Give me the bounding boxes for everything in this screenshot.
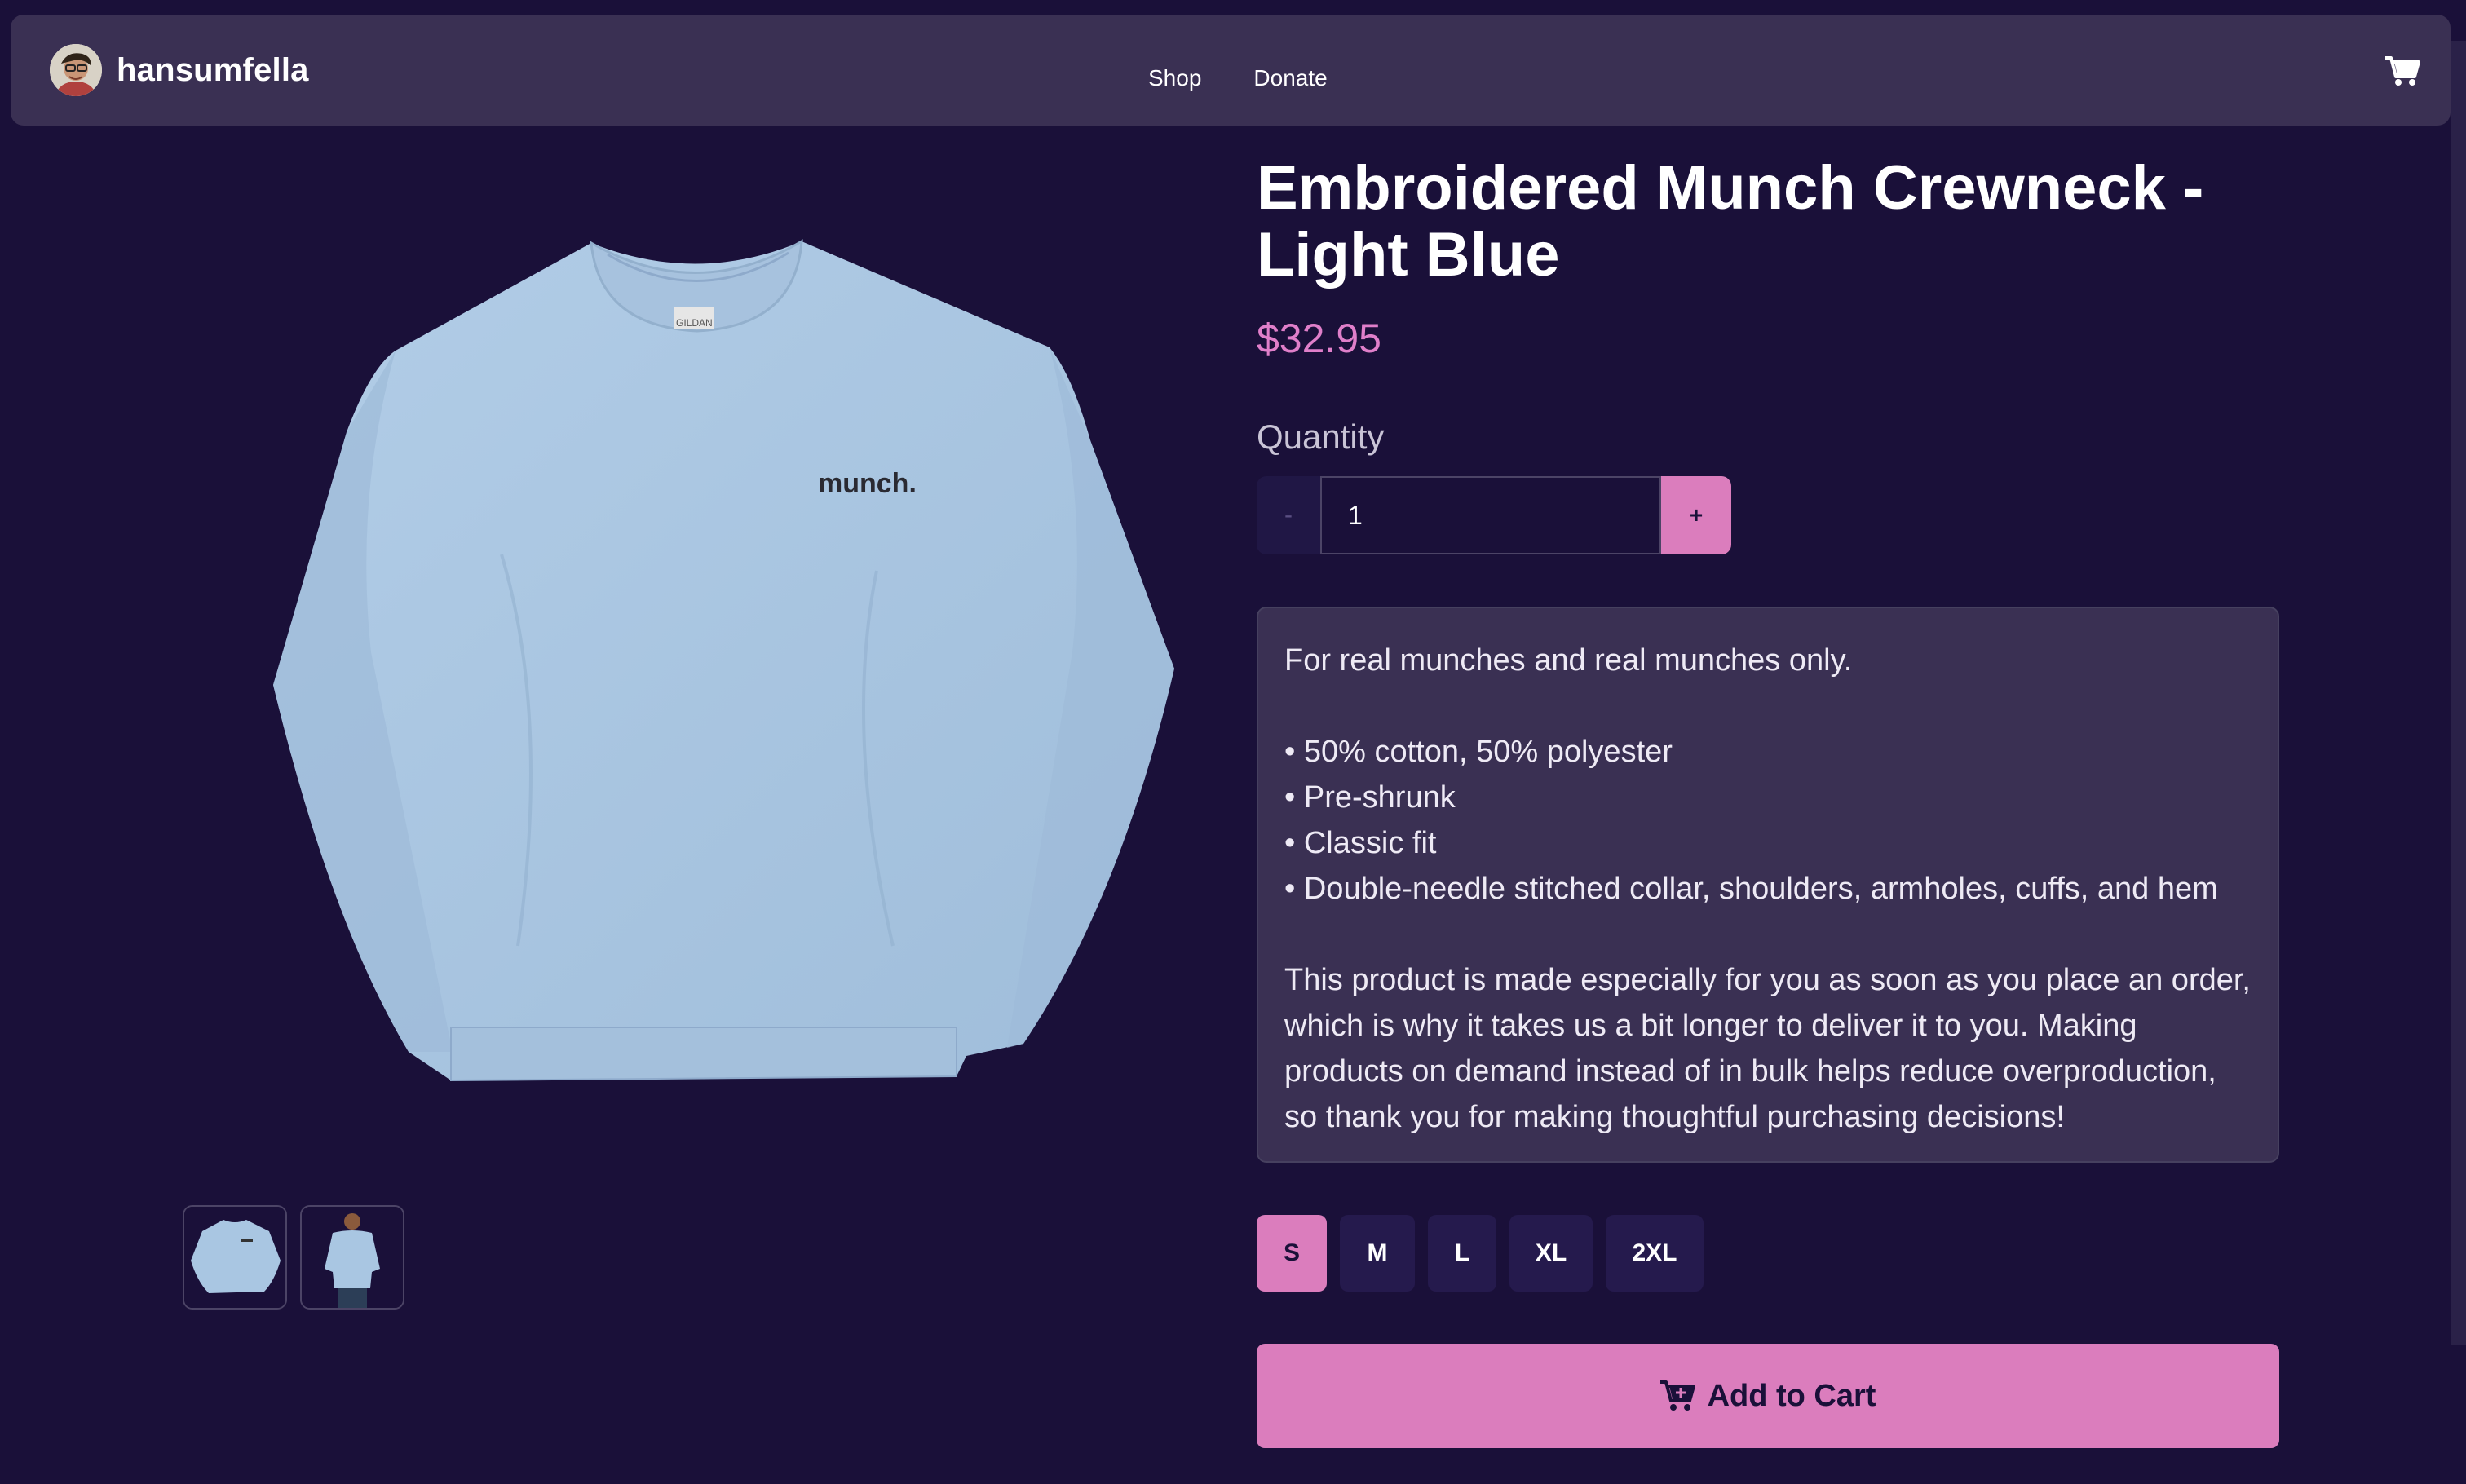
description-line: For real munches and real munches only. [1284, 643, 1853, 678]
top-navbar: hansumfella Shop Donate [11, 15, 2451, 126]
quantity-input[interactable]: 1 [1320, 476, 1661, 554]
thumbnail-sweater-front[interactable] [183, 1205, 287, 1310]
size-option-xl[interactable]: XL [1509, 1215, 1593, 1292]
thumbnail-list [183, 1205, 404, 1310]
quantity-stepper: - 1 + [1257, 476, 1731, 554]
add-to-cart-button[interactable]: Add to Cart [1257, 1344, 2279, 1448]
neck-tag-text: GILDAN [676, 317, 713, 329]
description-line: • Pre-shrunk [1284, 780, 1456, 815]
description-line [1284, 912, 2252, 957]
description-line [1284, 683, 2252, 729]
thumbnail-model-wearing-sweater[interactable] [300, 1205, 404, 1310]
size-selector: S M L XL 2XL [1257, 1215, 1704, 1292]
product-title: Embroidered Munch Crewneck - Light Blue [1257, 153, 2204, 289]
quantity-increment-button[interactable]: + [1661, 476, 1731, 554]
size-option-2xl[interactable]: 2XL [1606, 1215, 1704, 1292]
size-option-s[interactable]: S [1257, 1215, 1327, 1292]
cart-plus-icon [1659, 1380, 1695, 1412]
avatar [50, 44, 102, 96]
shopping-cart-icon[interactable] [2385, 55, 2420, 86]
nav-link-shop[interactable]: Shop [1148, 65, 1201, 91]
description-line: • Classic fit [1284, 826, 1437, 860]
description-line: • Double-needle stitched collar, shoulde… [1284, 872, 2218, 906]
nav-links: Shop Donate [1148, 65, 1328, 91]
product-price: $32.95 [1257, 316, 1381, 361]
size-option-m[interactable]: M [1340, 1215, 1415, 1292]
product-main-image: GILDAN munch. [208, 228, 1187, 1093]
brand-name: hansumfella [117, 51, 309, 88]
page: hansumfella Shop Donate GILDAN munch. Em… [0, 0, 2466, 1484]
brand-link[interactable]: hansumfella [50, 42, 309, 98]
product-description: For real munches and real munches only. … [1257, 607, 2279, 1163]
nav-link-donate[interactable]: Donate [1253, 65, 1327, 91]
quantity-decrement-button[interactable]: - [1257, 476, 1320, 554]
description-line: • 50% cotton, 50% polyester [1284, 735, 1673, 769]
quantity-label: Quantity [1257, 417, 1385, 456]
description-line: This product is made especially for you … [1284, 963, 2251, 1134]
embroidery-text: munch. [818, 468, 917, 499]
add-to-cart-label: Add to Cart [1707, 1378, 1876, 1413]
page-scrollbar[interactable] [2451, 41, 2466, 1345]
size-option-l[interactable]: L [1428, 1215, 1496, 1292]
